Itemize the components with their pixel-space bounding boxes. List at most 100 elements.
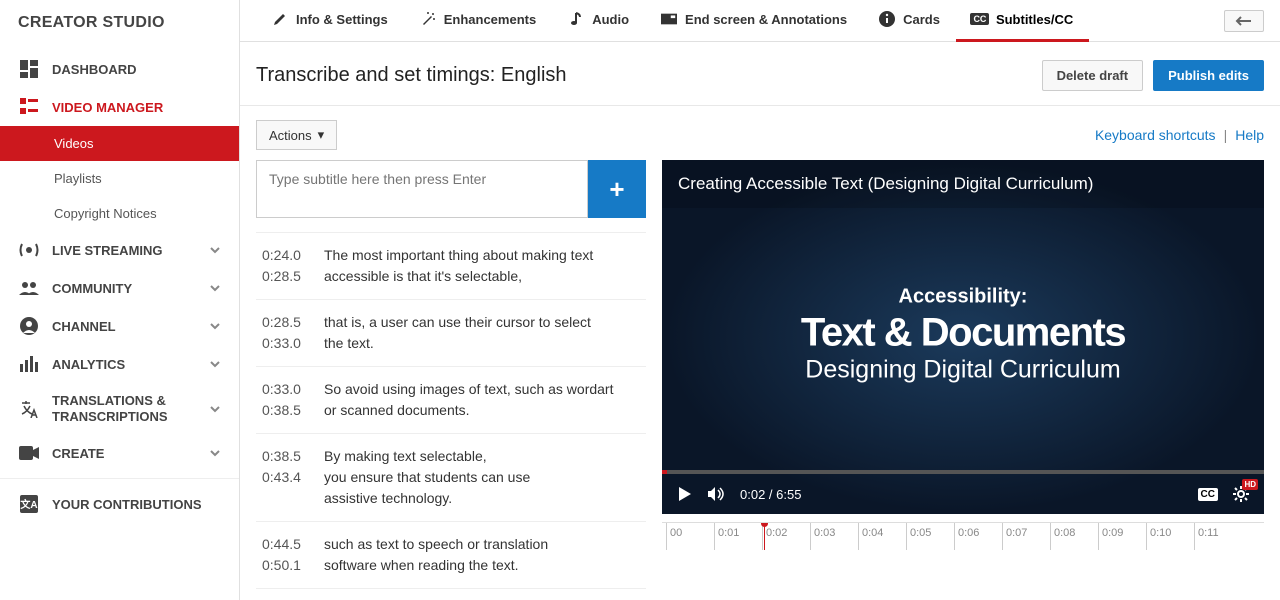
sidebar-sub-copyright[interactable]: Copyright Notices [0,196,239,231]
volume-button[interactable] [708,485,726,503]
tab-bar: Info & Settings Enhancements Audio End s… [240,0,1280,42]
subtitle-row[interactable]: 0:24.00:28.5 The most important thing ab… [256,233,646,300]
sidebar-item-label: TRANSLATIONS & TRANSCRIPTIONS [52,393,168,424]
timeline-ruler[interactable]: 00 0:01 0:02 0:03 0:04 0:05 0:06 0:07 0:… [662,522,1264,550]
tab-audio[interactable]: Audio [552,0,645,42]
keyboard-shortcuts-link[interactable]: Keyboard shortcuts [1095,127,1216,143]
playhead[interactable] [764,523,765,550]
video-title: Creating Accessible Text (Designing Digi… [662,160,1264,208]
svg-text:文A: 文A [20,498,37,511]
video-manager-icon [18,98,40,116]
subtitle-row[interactable]: 0:28.50:33.0 that is, a user can use the… [256,300,646,367]
subtitle-row[interactable]: 0:44.50:50.1 such as text to speech or t… [256,522,646,589]
video-frame-content: Accessibility: Text & Documents Designin… [692,286,1234,385]
revert-arrow-icon [1235,15,1253,27]
dashboard-icon [18,60,40,78]
subtitle-row[interactable]: 0:33.00:38.5 So avoid using images of te… [256,367,646,434]
chevron-down-icon [209,447,221,459]
timeline-tick: 0:08 [1050,523,1098,550]
add-subtitle-button[interactable]: + [588,160,646,218]
sidebar-item-label: ANALYTICS [52,357,125,372]
timeline-tick: 0:11 [1194,523,1242,550]
sidebar-sub-playlists[interactable]: Playlists [0,161,239,196]
help-link[interactable]: Help [1235,127,1264,143]
page-title: Transcribe and set timings: English [256,64,567,87]
sidebar-item-contributions[interactable]: 文A YOUR CONTRIBUTIONS [0,485,239,523]
tools-row: Actions ▾ Keyboard shortcuts | Help [240,106,1280,160]
subtitle-input[interactable] [256,160,588,218]
chevron-down-icon [209,244,221,256]
video-player[interactable]: Creating Accessible Text (Designing Digi… [662,160,1264,514]
sidebar-item-create[interactable]: CREATE [0,434,239,472]
revert-button[interactable] [1224,10,1264,32]
timeline-tick: 00 [666,523,714,550]
timeline-tick: 0:02 [762,523,810,550]
video-controls: 0:02 / 6:55 CC HD [662,474,1264,514]
actions-dropdown[interactable]: Actions ▾ [256,120,337,150]
sidebar-item-dashboard[interactable]: DASHBOARD [0,50,239,88]
play-button[interactable] [676,485,694,503]
chevron-down-icon [209,320,221,332]
hd-badge: HD [1242,479,1258,490]
delete-draft-button[interactable]: Delete draft [1042,60,1144,91]
video-panel: Creating Accessible Text (Designing Digi… [662,160,1264,600]
settings-button[interactable]: HD [1232,485,1250,503]
timeline-tick: 0:09 [1098,523,1146,550]
tab-cards[interactable]: Cards [863,0,956,42]
tab-endscreen[interactable]: End screen & Annotations [645,0,863,42]
subtitle-editor: + 0:24.00:28.5 The most important thing … [256,160,646,600]
community-icon [18,279,40,297]
caret-down-icon: ▾ [318,127,325,143]
timeline-tick: 0:03 [810,523,858,550]
timeline-tick: 0:01 [714,523,762,550]
page-header: Transcribe and set timings: English Dele… [240,42,1280,106]
translate-icon [18,400,40,418]
endscreen-icon [661,11,677,27]
sidebar-item-community[interactable]: COMMUNITY [0,269,239,307]
channel-icon [18,317,40,335]
live-icon [18,241,40,259]
timeline-tick: 0:10 [1146,523,1194,550]
sidebar-item-label: YOUR CONTRIBUTIONS [52,497,202,512]
sidebar-sub-videos[interactable]: Videos [0,126,239,161]
chevron-down-icon [209,358,221,370]
analytics-icon [18,355,40,373]
main-panel: Info & Settings Enhancements Audio End s… [240,0,1280,600]
tab-enhancements[interactable]: Enhancements [404,0,552,42]
subtitle-row[interactable]: 0:38.50:43.4 By making text selectable, … [256,434,646,522]
cc-button[interactable]: CC [1198,488,1218,501]
publish-edits-button[interactable]: Publish edits [1153,60,1264,91]
sidebar-item-label: CHANNEL [52,319,116,334]
create-icon [18,444,40,462]
tab-info-settings[interactable]: Info & Settings [256,0,404,42]
separator: | [1224,127,1228,143]
sidebar-item-label: COMMUNITY [52,281,132,296]
chevron-down-icon [209,403,221,415]
time-display: 0:02 / 6:55 [740,487,801,502]
sidebar-item-label: LIVE STREAMING [52,243,163,258]
timeline-tick: 0:05 [906,523,954,550]
sidebar-item-channel[interactable]: CHANNEL [0,307,239,345]
sidebar-item-translations[interactable]: TRANSLATIONS & TRANSCRIPTIONS [0,383,239,434]
sidebar-item-live-streaming[interactable]: LIVE STREAMING [0,231,239,269]
sidebar-item-label: CREATE [52,446,104,461]
sidebar-item-analytics[interactable]: ANALYTICS [0,345,239,383]
timeline-tick: 0:04 [858,523,906,550]
sidebar-item-video-manager[interactable]: VIDEO MANAGER [0,88,239,126]
info-circle-icon [879,11,895,27]
timeline-tick: 0:07 [1002,523,1050,550]
wand-icon [420,11,436,27]
tab-subtitles[interactable]: CC Subtitles/CC [956,0,1089,42]
note-icon [568,11,584,27]
sidebar-item-label: DASHBOARD [52,62,137,77]
contrib-icon: 文A [18,495,40,513]
timeline-tick: 0:06 [954,523,1002,550]
studio-title: CREATOR STUDIO [0,8,239,50]
subtitle-list[interactable]: 0:24.00:28.5 The most important thing ab… [256,232,646,600]
sidebar: CREATOR STUDIO DASHBOARD VIDEO MANAGER V… [0,0,240,600]
plus-icon: + [609,174,624,205]
chevron-down-icon [209,282,221,294]
sidebar-item-label: VIDEO MANAGER [52,100,163,115]
cc-icon: CC [972,11,988,27]
pencil-icon [272,11,288,27]
